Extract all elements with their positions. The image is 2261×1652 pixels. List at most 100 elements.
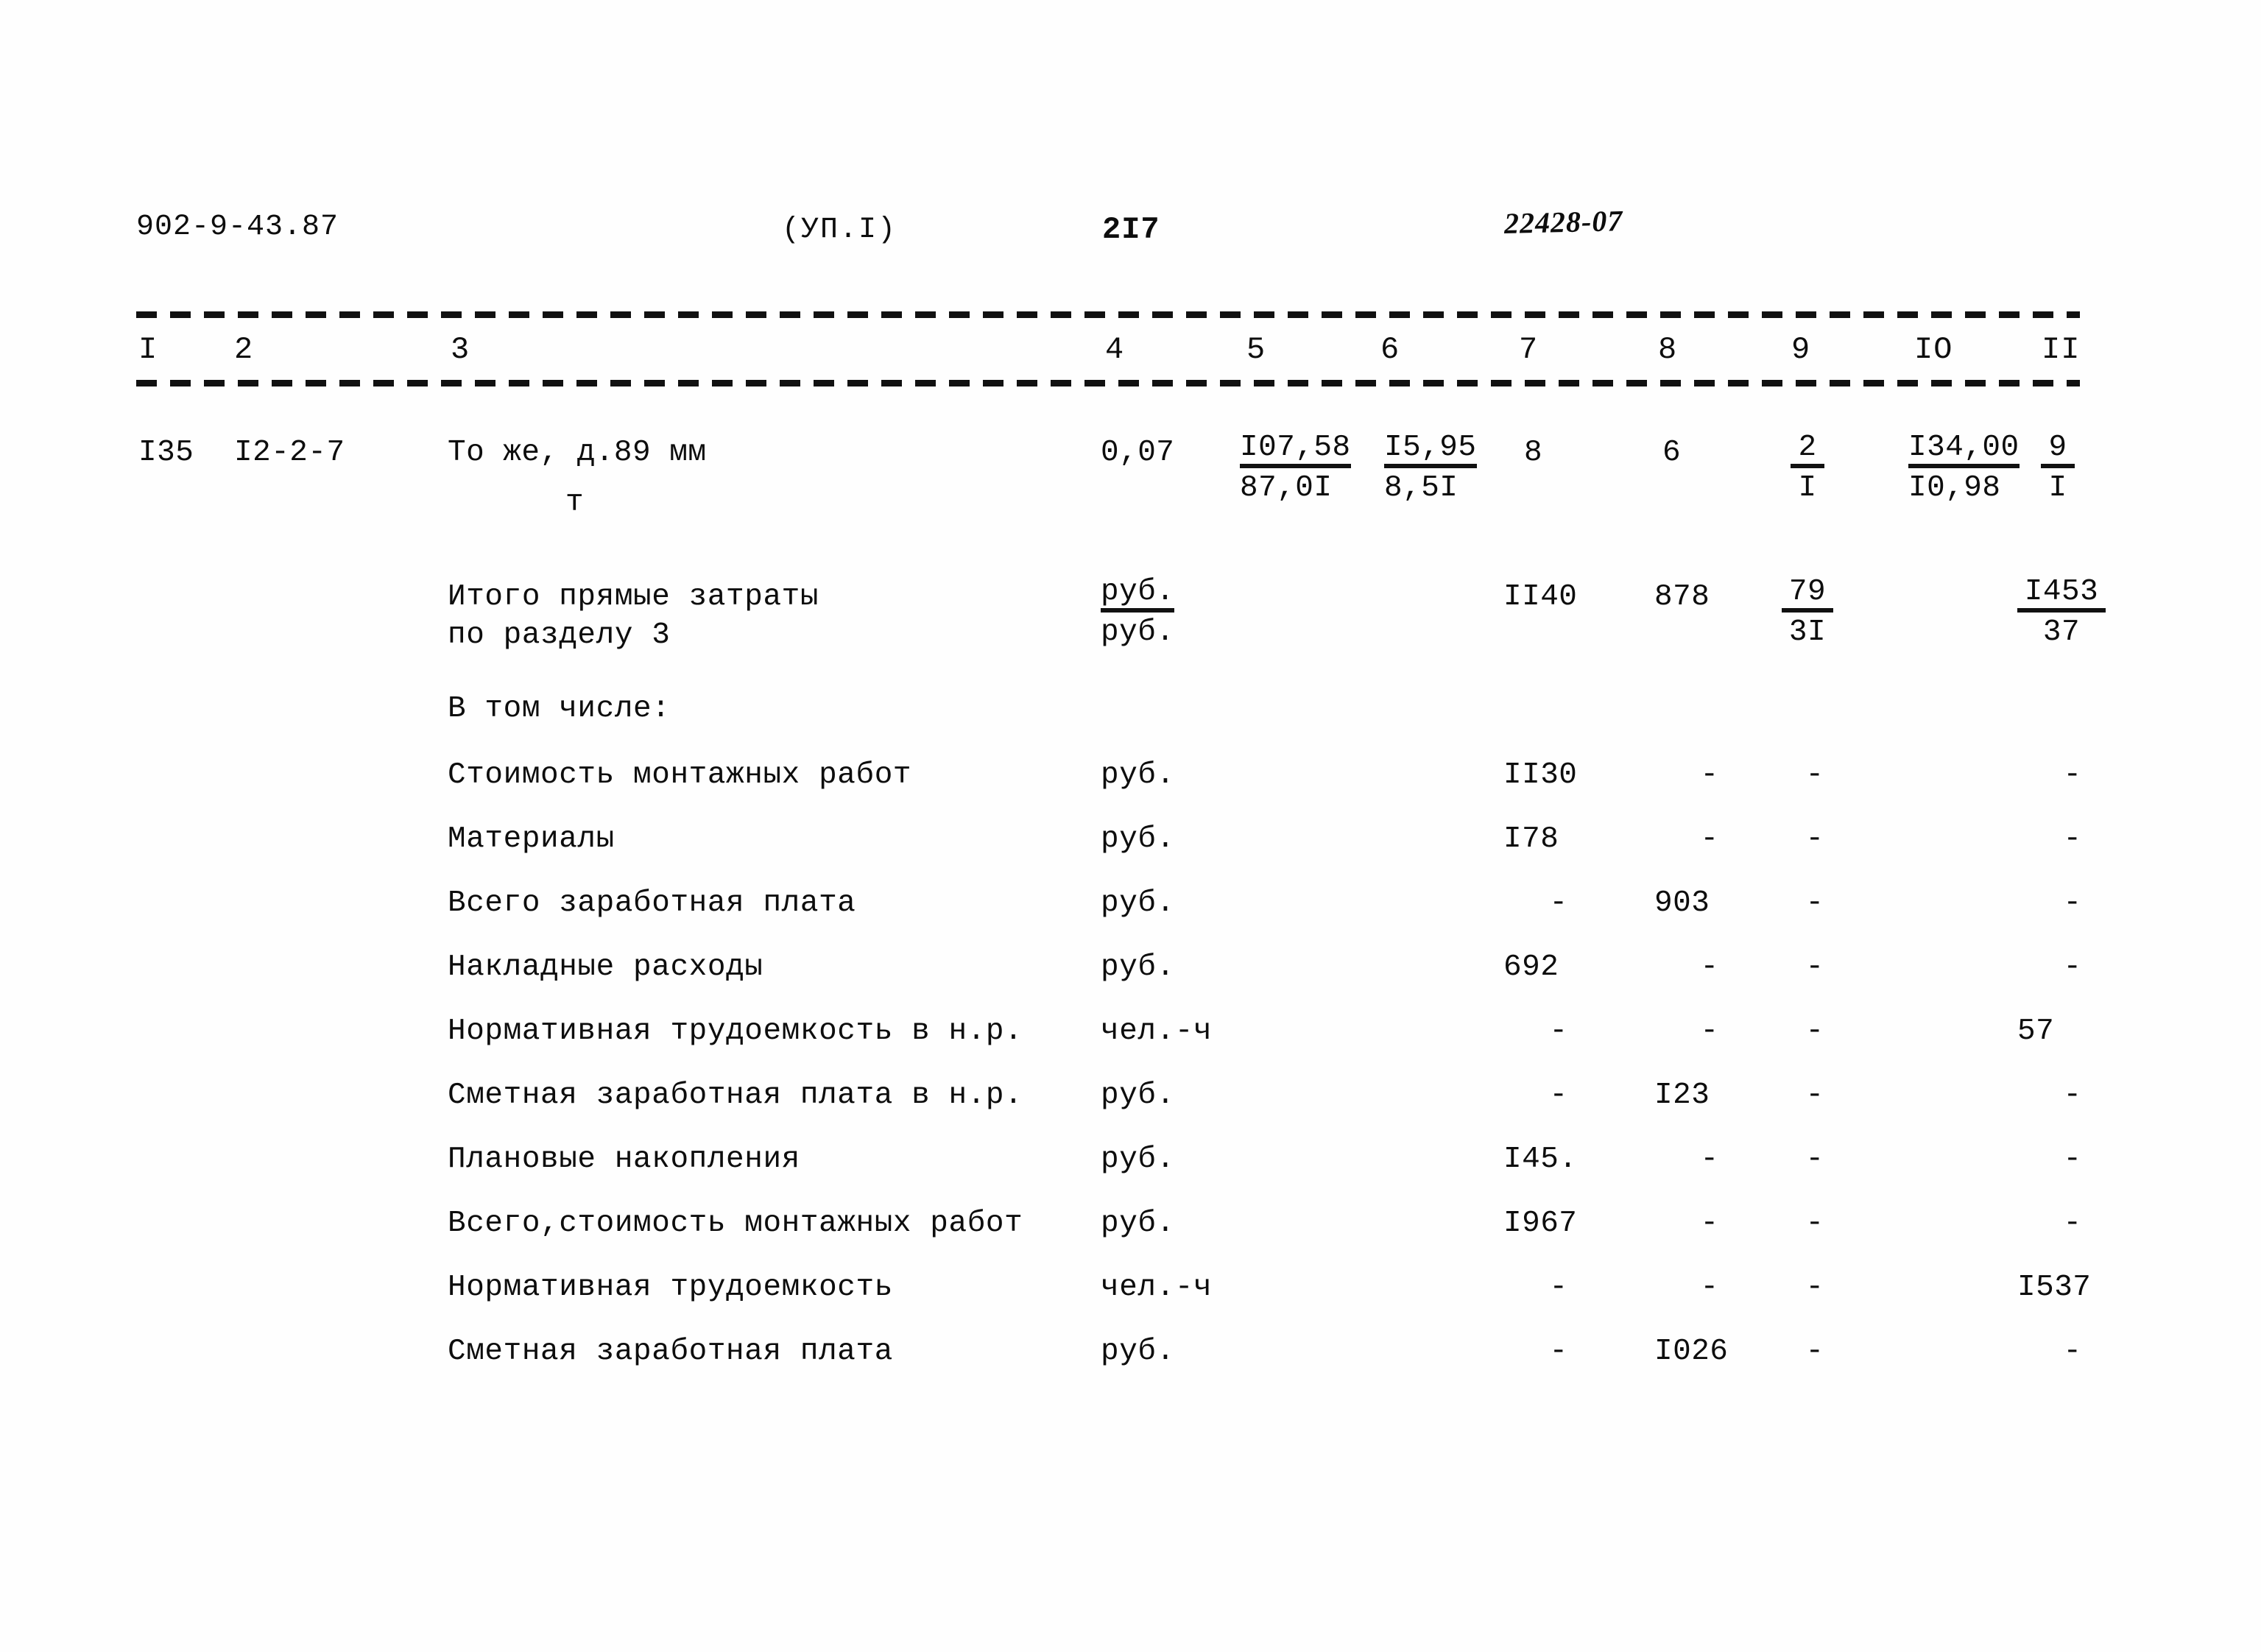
breakdown-row-col9: - <box>1805 1143 1824 1176</box>
total-row-unit-numerator: руб. <box>1101 577 1175 613</box>
column-header-2: 2 <box>234 332 254 367</box>
breakdown-row-label: Сметная заработная плата <box>448 1335 893 1369</box>
total-row-col8: 878 <box>1654 580 1710 614</box>
breakdown-row-col11: - <box>2063 1079 2082 1112</box>
breakdown-row-col9: - <box>1805 822 1824 856</box>
breakdown-row-unit: руб. <box>1101 1079 1175 1112</box>
breakdown-row-col11: 57 <box>2017 1014 2055 1048</box>
column-header-11: II <box>2042 332 2081 367</box>
breakdown-row-col8: I026 <box>1654 1335 1729 1369</box>
work-row-col9-numerator: 2 <box>1791 433 1824 468</box>
breakdown-row-col9: - <box>1805 1207 1824 1240</box>
total-row-label-line1: Итого прямые затраты <box>448 580 819 614</box>
document-page: 902-9-43.87 (УП.I) 2I7 22428-07 I 2 3 4 … <box>0 0 2261 1652</box>
breakdown-row-col7: - <box>1549 1014 1568 1048</box>
breakdown-row-col11: - <box>2063 822 2082 856</box>
breakdown-row-col9: - <box>1805 1335 1824 1369</box>
breakdown-row-col9: - <box>1805 758 1824 792</box>
work-row-col10: I34,00 I0,98 <box>1908 433 2020 504</box>
archive-stamp: 22428-07 <box>1503 204 1623 240</box>
work-row-col5-denominator: 87,0I <box>1240 471 1333 505</box>
breakdown-row-col9: - <box>1805 1079 1824 1112</box>
work-row-col9-denominator: I <box>1798 471 1817 505</box>
breakdown-row-label: Нормативная трудоемкость <box>448 1271 893 1305</box>
work-row-col5-numerator: I07,58 <box>1240 433 1351 468</box>
work-row-col11-denominator: I <box>2048 471 2067 505</box>
breakdown-row-col8: - <box>1700 758 1719 792</box>
work-row-col11: 9 I <box>2041 433 2075 504</box>
page-number: 2I7 <box>1102 212 1160 247</box>
work-row-col6: I5,95 8,5I <box>1384 433 1477 504</box>
work-row-col8: 6 <box>1662 436 1682 470</box>
column-header-1: I <box>138 332 158 367</box>
breakdown-row-unit: руб. <box>1101 1335 1175 1369</box>
column-header-9: 9 <box>1791 332 1811 367</box>
breakdown-row-col8: - <box>1700 1271 1719 1305</box>
work-row-col5: I07,58 87,0I <box>1240 433 1351 504</box>
breakdown-row-col8: - <box>1700 1014 1719 1048</box>
work-row-description: То же, д.89 мм <box>448 436 707 470</box>
work-row-col9: 2 I <box>1791 433 1824 504</box>
column-header-6: 6 <box>1380 332 1400 367</box>
breakdown-row-col11: - <box>2063 1143 2082 1176</box>
breakdown-row-label: Всего,стоимость монтажных работ <box>448 1207 1023 1240</box>
breakdown-row-unit: руб. <box>1101 822 1175 856</box>
breakdown-row-unit: руб. <box>1101 1207 1175 1240</box>
breakdown-row-col7: - <box>1549 1271 1568 1305</box>
breakdown-row-col11: - <box>2063 950 2082 984</box>
breakdown-row-label: Сметная заработная плата в н.р. <box>448 1079 1023 1112</box>
breakdown-row-unit: руб. <box>1101 950 1175 984</box>
work-row-code: I2-2-7 <box>234 436 345 470</box>
breakdown-row-label: Накладные расходы <box>448 950 763 984</box>
work-row-col6-denominator: 8,5I <box>1384 471 1458 505</box>
column-header-3: 3 <box>451 332 470 367</box>
breakdown-row-col7: I78 <box>1503 822 1559 856</box>
breakdown-row-col8: I23 <box>1654 1079 1710 1112</box>
work-row-col7: 8 <box>1524 436 1543 470</box>
breakdown-row-col7: 692 <box>1503 950 1559 984</box>
table-rule-bottom <box>136 380 2080 386</box>
document-code: 902-9-43.87 <box>136 211 339 244</box>
breakdown-row-col8: - <box>1700 950 1719 984</box>
breakdown-row-col7: - <box>1549 1079 1568 1112</box>
total-row-col7: II40 <box>1503 580 1578 614</box>
total-row-col9-numerator: 79 <box>1782 577 1833 613</box>
total-row-col11-denominator: 37 <box>2042 615 2081 649</box>
breakdown-row-col7: I45. <box>1503 1143 1578 1176</box>
column-header-4: 4 <box>1105 332 1125 367</box>
breakdown-row-col11: - <box>2063 886 2082 920</box>
breakdown-row-col9: - <box>1805 1271 1824 1305</box>
total-row-col9: 79 3I <box>1782 577 1833 648</box>
breakdown-row-col11: I537 <box>2017 1271 2092 1305</box>
breakdown-row-col7: - <box>1549 886 1568 920</box>
breakdown-row-unit: руб. <box>1101 886 1175 920</box>
breakdown-row-unit: чел.-ч <box>1101 1014 1213 1048</box>
breakdown-row-label: Плановые накопления <box>448 1143 800 1176</box>
total-row-col11-numerator: I453 <box>2017 577 2106 613</box>
breakdown-row-col7: I967 <box>1503 1207 1578 1240</box>
work-row-col10-numerator: I34,00 <box>1908 433 2020 468</box>
breakdown-row-col8: 903 <box>1654 886 1710 920</box>
table-rule-top <box>136 311 2080 318</box>
breakdown-row-label: Нормативная трудоемкость в н.р. <box>448 1014 1023 1048</box>
breakdown-row-unit: чел.-ч <box>1101 1271 1213 1305</box>
work-row-position: I35 <box>138 436 194 470</box>
breakdown-row-col9: - <box>1805 1014 1824 1048</box>
breakdown-row-unit: руб. <box>1101 1143 1175 1176</box>
column-header-8: 8 <box>1658 332 1678 367</box>
breakdown-heading: В том числе: <box>448 692 671 726</box>
breakdown-row-col8: - <box>1700 1143 1719 1176</box>
breakdown-row-col9: - <box>1805 886 1824 920</box>
total-row-unit: руб. руб. <box>1101 577 1175 648</box>
column-header-5: 5 <box>1246 332 1266 367</box>
breakdown-row-col8: - <box>1700 822 1719 856</box>
breakdown-row-unit: руб. <box>1101 758 1175 792</box>
breakdown-row-col7: II30 <box>1503 758 1578 792</box>
work-row-col10-denominator: I0,98 <box>1908 471 2001 505</box>
breakdown-row-label: Материалы <box>448 822 615 856</box>
breakdown-row-col9: - <box>1805 950 1824 984</box>
work-row-unit: т <box>565 486 585 520</box>
volume-label: (УП.I) <box>782 213 897 247</box>
breakdown-row-col11: - <box>2063 758 2082 792</box>
column-header-10: IO <box>1914 332 1953 367</box>
